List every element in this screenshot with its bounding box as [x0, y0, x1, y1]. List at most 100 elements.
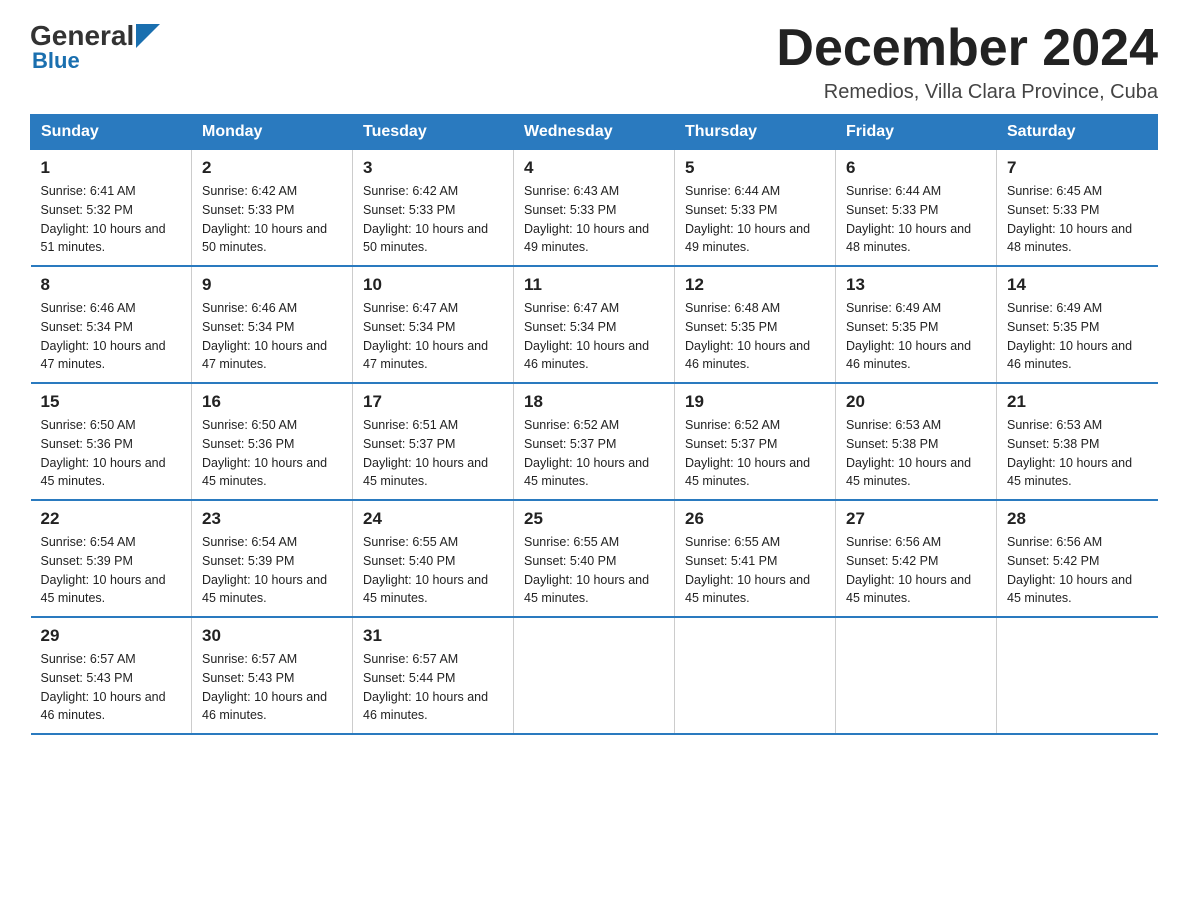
day-number: 6: [846, 158, 986, 178]
calendar-week-row: 15 Sunrise: 6:50 AMSunset: 5:36 PMDayligh…: [31, 383, 1158, 500]
day-number: 2: [202, 158, 342, 178]
day-number: 28: [1007, 509, 1148, 529]
calendar-cell: [675, 617, 836, 734]
logo-triangle-icon: [136, 24, 160, 48]
day-number: 21: [1007, 392, 1148, 412]
calendar-header-row: SundayMondayTuesdayWednesdayThursdayFrid…: [31, 115, 1158, 150]
day-info: Sunrise: 6:46 AMSunset: 5:34 PMDaylight:…: [41, 299, 182, 374]
column-header-friday: Friday: [836, 115, 997, 150]
day-info: Sunrise: 6:53 AMSunset: 5:38 PMDaylight:…: [1007, 416, 1148, 491]
day-info: Sunrise: 6:45 AMSunset: 5:33 PMDaylight:…: [1007, 182, 1148, 257]
day-number: 17: [363, 392, 503, 412]
column-header-sunday: Sunday: [31, 115, 192, 150]
day-info: Sunrise: 6:55 AMSunset: 5:40 PMDaylight:…: [524, 533, 664, 608]
page-header: General Blue December 2024 Remedios, Vil…: [30, 20, 1158, 104]
calendar-cell: 9 Sunrise: 6:46 AMSunset: 5:34 PMDaylight…: [192, 266, 353, 383]
day-info: Sunrise: 6:44 AMSunset: 5:33 PMDaylight:…: [685, 182, 825, 257]
calendar-cell: 29 Sunrise: 6:57 AMSunset: 5:43 PMDayligh…: [31, 617, 192, 734]
column-header-monday: Monday: [192, 115, 353, 150]
calendar-cell: 25 Sunrise: 6:55 AMSunset: 5:40 PMDayligh…: [514, 500, 675, 617]
calendar-cell: 30 Sunrise: 6:57 AMSunset: 5:43 PMDayligh…: [192, 617, 353, 734]
day-info: Sunrise: 6:49 AMSunset: 5:35 PMDaylight:…: [846, 299, 986, 374]
calendar-cell: 10 Sunrise: 6:47 AMSunset: 5:34 PMDayligh…: [353, 266, 514, 383]
day-info: Sunrise: 6:52 AMSunset: 5:37 PMDaylight:…: [685, 416, 825, 491]
day-number: 15: [41, 392, 182, 412]
day-info: Sunrise: 6:57 AMSunset: 5:43 PMDaylight:…: [202, 650, 342, 725]
calendar-cell: 24 Sunrise: 6:55 AMSunset: 5:40 PMDayligh…: [353, 500, 514, 617]
location: Remedios, Villa Clara Province, Cuba: [776, 81, 1158, 104]
day-info: Sunrise: 6:56 AMSunset: 5:42 PMDaylight:…: [1007, 533, 1148, 608]
calendar-cell: 15 Sunrise: 6:50 AMSunset: 5:36 PMDayligh…: [31, 383, 192, 500]
calendar-cell: 3Sunrise: 6:42 AMSunset: 5:33 PMDaylight…: [353, 150, 514, 267]
calendar-cell: 5 Sunrise: 6:44 AMSunset: 5:33 PMDaylight…: [675, 150, 836, 267]
day-info: Sunrise: 6:44 AMSunset: 5:33 PMDaylight:…: [846, 182, 986, 257]
calendar-cell: 19 Sunrise: 6:52 AMSunset: 5:37 PMDayligh…: [675, 383, 836, 500]
calendar-cell: 28 Sunrise: 6:56 AMSunset: 5:42 PMDayligh…: [997, 500, 1158, 617]
calendar-cell: 1 Sunrise: 6:41 AMSunset: 5:32 PMDaylight…: [31, 150, 192, 267]
calendar-cell: 13 Sunrise: 6:49 AMSunset: 5:35 PMDayligh…: [836, 266, 997, 383]
day-info: Sunrise: 6:42 AMSunset: 5:33 PMDaylight:…: [363, 182, 503, 257]
title-section: December 2024 Remedios, Villa Clara Prov…: [776, 20, 1158, 104]
day-number: 9: [202, 275, 342, 295]
calendar-cell: 18 Sunrise: 6:52 AMSunset: 5:37 PMDayligh…: [514, 383, 675, 500]
logo: General Blue: [30, 20, 160, 74]
day-number: 27: [846, 509, 986, 529]
day-number: 19: [685, 392, 825, 412]
calendar-cell: 14Sunrise: 6:49 AMSunset: 5:35 PMDayligh…: [997, 266, 1158, 383]
calendar-cell: 17 Sunrise: 6:51 AMSunset: 5:37 PMDayligh…: [353, 383, 514, 500]
day-info: Sunrise: 6:51 AMSunset: 5:37 PMDaylight:…: [363, 416, 503, 491]
day-number: 24: [363, 509, 503, 529]
day-number: 4: [524, 158, 664, 178]
day-info: Sunrise: 6:47 AMSunset: 5:34 PMDaylight:…: [363, 299, 503, 374]
day-number: 29: [41, 626, 182, 646]
column-header-tuesday: Tuesday: [353, 115, 514, 150]
day-number: 25: [524, 509, 664, 529]
calendar-cell: 31 Sunrise: 6:57 AMSunset: 5:44 PMDayligh…: [353, 617, 514, 734]
day-number: 26: [685, 509, 825, 529]
day-info: Sunrise: 6:50 AMSunset: 5:36 PMDaylight:…: [41, 416, 182, 491]
day-info: Sunrise: 6:54 AMSunset: 5:39 PMDaylight:…: [41, 533, 182, 608]
day-number: 13: [846, 275, 986, 295]
day-number: 10: [363, 275, 503, 295]
calendar-cell: 16 Sunrise: 6:50 AMSunset: 5:36 PMDayligh…: [192, 383, 353, 500]
day-info: Sunrise: 6:46 AMSunset: 5:34 PMDaylight:…: [202, 299, 342, 374]
day-info: Sunrise: 6:41 AMSunset: 5:32 PMDaylight:…: [41, 182, 182, 257]
day-number: 18: [524, 392, 664, 412]
day-number: 5: [685, 158, 825, 178]
day-info: Sunrise: 6:55 AMSunset: 5:40 PMDaylight:…: [363, 533, 503, 608]
calendar-cell: 2Sunrise: 6:42 AMSunset: 5:33 PMDaylight…: [192, 150, 353, 267]
day-number: 22: [41, 509, 182, 529]
day-info: Sunrise: 6:55 AMSunset: 5:41 PMDaylight:…: [685, 533, 825, 608]
calendar-cell: [514, 617, 675, 734]
day-number: 16: [202, 392, 342, 412]
day-info: Sunrise: 6:54 AMSunset: 5:39 PMDaylight:…: [202, 533, 342, 608]
column-header-thursday: Thursday: [675, 115, 836, 150]
calendar-week-row: 29 Sunrise: 6:57 AMSunset: 5:43 PMDayligh…: [31, 617, 1158, 734]
day-number: 7: [1007, 158, 1148, 178]
day-number: 11: [524, 275, 664, 295]
calendar-cell: 20 Sunrise: 6:53 AMSunset: 5:38 PMDayligh…: [836, 383, 997, 500]
day-number: 14: [1007, 275, 1148, 295]
day-info: Sunrise: 6:50 AMSunset: 5:36 PMDaylight:…: [202, 416, 342, 491]
day-number: 31: [363, 626, 503, 646]
day-info: Sunrise: 6:57 AMSunset: 5:44 PMDaylight:…: [363, 650, 503, 725]
month-title: December 2024: [776, 20, 1158, 77]
calendar-cell: 12Sunrise: 6:48 AMSunset: 5:35 PMDayligh…: [675, 266, 836, 383]
logo-subtitle: Blue: [32, 48, 80, 74]
day-number: 20: [846, 392, 986, 412]
day-number: 23: [202, 509, 342, 529]
day-info: Sunrise: 6:57 AMSunset: 5:43 PMDaylight:…: [41, 650, 182, 725]
calendar-week-row: 8Sunrise: 6:46 AMSunset: 5:34 PMDaylight…: [31, 266, 1158, 383]
column-header-wednesday: Wednesday: [514, 115, 675, 150]
calendar-cell: 8Sunrise: 6:46 AMSunset: 5:34 PMDaylight…: [31, 266, 192, 383]
day-info: Sunrise: 6:43 AMSunset: 5:33 PMDaylight:…: [524, 182, 664, 257]
day-info: Sunrise: 6:56 AMSunset: 5:42 PMDaylight:…: [846, 533, 986, 608]
day-number: 1: [41, 158, 182, 178]
day-number: 30: [202, 626, 342, 646]
calendar-cell: 22 Sunrise: 6:54 AMSunset: 5:39 PMDayligh…: [31, 500, 192, 617]
column-header-saturday: Saturday: [997, 115, 1158, 150]
calendar-table: SundayMondayTuesdayWednesdayThursdayFrid…: [30, 114, 1158, 735]
day-info: Sunrise: 6:47 AMSunset: 5:34 PMDaylight:…: [524, 299, 664, 374]
day-info: Sunrise: 6:52 AMSunset: 5:37 PMDaylight:…: [524, 416, 664, 491]
day-info: Sunrise: 6:53 AMSunset: 5:38 PMDaylight:…: [846, 416, 986, 491]
